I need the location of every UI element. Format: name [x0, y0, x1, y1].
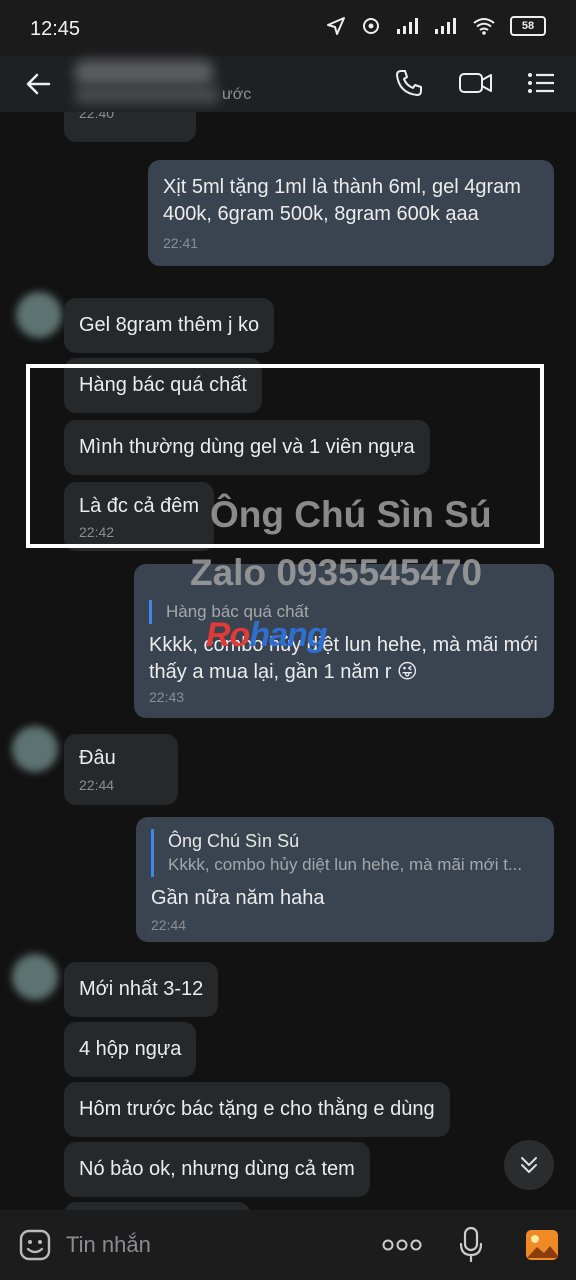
- battery-icon: 58: [510, 16, 546, 36]
- double-chevron-down-icon: [521, 1157, 537, 1173]
- watermark-name: Ông Chú Sìn Sú: [210, 494, 492, 535]
- signal-2-icon: [435, 18, 456, 34]
- message-text: Nó bảo ok, nhưng dùng cả tem: [79, 1158, 355, 1180]
- message-text: 4 hộp ngựa: [79, 1038, 182, 1060]
- contact-avatar[interactable]: [12, 954, 58, 1000]
- reply-quote[interactable]: Ông Chú Sìn Sú Kkkk, combo hủy diệt lun …: [151, 829, 539, 877]
- message-bubble-partial[interactable]: 22:40: [64, 112, 196, 142]
- back-arrow-icon[interactable]: [24, 70, 52, 98]
- phone-call-icon[interactable]: [394, 68, 424, 98]
- watermark-phone: Zalo 0935545470: [190, 552, 483, 593]
- message-time: 22:43: [149, 689, 185, 705]
- status-icons: 58: [326, 16, 546, 36]
- message-text: Gel 8gram thêm j ko: [79, 314, 260, 336]
- message-input-bar: Tin nhắn: [0, 1210, 576, 1280]
- logo-part-a: Ro: [206, 616, 250, 654]
- contact-avatar[interactable]: [12, 726, 58, 772]
- message-bubble-sent[interactable]: Xịt 5ml tặng 1ml là thành 6ml, gel 4gram…: [148, 160, 554, 266]
- status-bar: 12:45 58: [0, 0, 576, 56]
- message-text: Hôm trước bác tặng e cho thằng e dùng: [79, 1098, 435, 1120]
- message-input[interactable]: Tin nhắn: [66, 1232, 151, 1258]
- message-time: 22:40: [79, 112, 115, 121]
- message-bubble-received[interactable]: 4 hộp ngựa: [64, 1022, 197, 1077]
- message-text: Đâu: [79, 747, 116, 769]
- emoji-sticker-icon[interactable]: [18, 1228, 52, 1262]
- logo-part-b: hang: [249, 616, 327, 654]
- menu-list-icon[interactable]: [526, 68, 556, 98]
- message-time: 22:44: [151, 917, 187, 933]
- wifi-icon: [473, 18, 495, 35]
- watermark-logo: Rohang: [206, 616, 328, 655]
- message-bubble-received[interactable]: Đâu 22:44: [64, 734, 178, 805]
- more-options-icon[interactable]: [382, 1238, 422, 1252]
- message-text: Gần nữa năm haha: [151, 887, 325, 909]
- chat-header: ước: [0, 56, 576, 112]
- message-time: 22:44: [79, 777, 115, 793]
- contact-status-text: ước: [222, 86, 252, 103]
- message-bubble-received[interactable]: Hôm trước bác tặng e cho thằng e dùng: [64, 1082, 450, 1137]
- sync-icon: [363, 18, 379, 34]
- message-text: Xịt 5ml tặng 1ml là thành 6ml, gel 4gram…: [163, 176, 521, 225]
- image-gallery-icon[interactable]: [524, 1228, 560, 1262]
- message-bubble-received[interactable]: Nó bảo ok, nhưng dùng cả tem: [64, 1142, 370, 1197]
- message-bubble-partial[interactable]: [64, 1202, 250, 1210]
- message-list[interactable]: 22:40 Xịt 5ml tặng 1ml là thành 6ml, gel…: [0, 112, 576, 1210]
- contact-name-blurred[interactable]: [74, 60, 214, 86]
- video-call-icon[interactable]: [458, 68, 494, 98]
- scroll-to-bottom-button[interactable]: [504, 1140, 554, 1190]
- quoted-text: Kkkk, combo hủy diệt lun hehe, mà mãi mớ…: [168, 855, 523, 874]
- quoted-sender: Ông Chú Sìn Sú: [168, 831, 300, 851]
- message-text: Mới nhất 3-12: [79, 978, 204, 1000]
- message-time: 22:41: [163, 235, 199, 251]
- message-bubble-received[interactable]: Mới nhất 3-12: [64, 962, 219, 1017]
- status-time: 12:45: [30, 18, 81, 40]
- contact-status-blurred: [74, 86, 220, 104]
- message-bubble-sent-reply[interactable]: Ông Chú Sìn Sú Kkkk, combo hủy diệt lun …: [136, 817, 554, 942]
- signal-1-icon: [397, 18, 418, 34]
- message-bubble-received[interactable]: Gel 8gram thêm j ko: [64, 298, 275, 353]
- microphone-icon[interactable]: [458, 1226, 484, 1264]
- contact-avatar[interactable]: [16, 292, 62, 338]
- location-arrow-icon: [327, 17, 345, 35]
